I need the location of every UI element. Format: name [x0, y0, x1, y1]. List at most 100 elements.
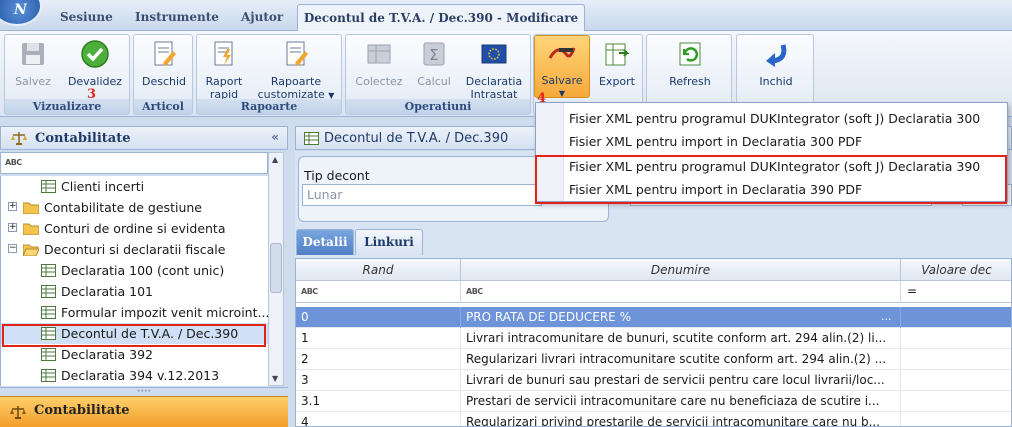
scroll-down-icon[interactable]: ▼	[272, 374, 278, 383]
table-row[interactable]: 3 Livrari de bunuri sau prestari de serv…	[296, 370, 1011, 391]
table-icon	[41, 369, 56, 382]
app-orb-button[interactable]: N	[0, 0, 42, 26]
tree-item[interactable]: Declaratia 392	[1, 344, 268, 365]
deschid-button[interactable]: Deschid	[137, 37, 191, 88]
collect-icon	[367, 44, 391, 64]
title-tab-bar: N Sesiune Instrumente Ajutor Decontul de…	[0, 0, 1012, 32]
folder-icon	[23, 202, 39, 214]
group-operatiuni: Colectez Σ Calcul Declaratia Intrastat 1…	[345, 34, 531, 115]
abc-filter-icon: ABC	[301, 287, 318, 296]
menu-tab-sesiune[interactable]: Sesiune	[60, 10, 113, 24]
table-icon	[41, 348, 56, 361]
filter-cell-denumire[interactable]: ABC	[461, 281, 901, 303]
expand-plus-icon[interactable]: +	[8, 202, 17, 211]
column-header-denumire[interactable]: Denumire	[461, 259, 901, 281]
table-row[interactable]: 4 Regularizari privind prestarile de ser…	[296, 412, 1011, 426]
highlight-box-tree-item	[2, 324, 266, 347]
table-row[interactable]: 2 Regularizari livrari intracomunitare s…	[296, 349, 1011, 370]
tree-filter-row[interactable]: ABC	[0, 152, 268, 174]
tree-item[interactable]: Formular impozit venit microint...	[1, 302, 268, 323]
rapoarte-customizate-button[interactable]: Rapoarte customizate ▼	[255, 37, 337, 102]
tree-item[interactable]: Declaratia 100 (cont unic)	[1, 260, 268, 281]
refresh-button[interactable]: Refresh	[655, 37, 725, 88]
abc-filter-icon: ABC	[5, 158, 22, 167]
filter-cell-valoare[interactable]: =	[901, 281, 1011, 303]
active-document-tab[interactable]: Decontul de T.V.A. / Dec.390 - Modificar…	[297, 4, 585, 32]
tab-detalii[interactable]: Detalii	[296, 229, 354, 255]
navigation-tree: Clienti incerti + Contabilitate de gesti…	[0, 176, 268, 386]
scale-icon	[10, 406, 26, 419]
scale-icon	[11, 132, 27, 145]
equals-filter-icon: =	[907, 284, 918, 298]
menu-tab-ajutor[interactable]: Ajutor	[241, 10, 283, 24]
ellipsis-button[interactable]: ...	[881, 307, 892, 327]
export-button[interactable]: Export	[594, 37, 640, 88]
tree-scrollbar[interactable]: ▲ ▼	[268, 152, 284, 386]
salvez-button[interactable]: Salvez	[9, 37, 57, 88]
group-articol: Deschid Articol	[133, 34, 193, 115]
declaratia-intrastat-button[interactable]: Declaratia Intrastat	[460, 37, 528, 101]
table-icon	[41, 264, 56, 277]
collapse-minus-icon[interactable]: −	[8, 244, 17, 253]
back-arrow-icon	[766, 44, 787, 67]
document-edit-icon	[154, 41, 176, 66]
data-grid: Rand Denumire Valoare dec ABC ABC = 0 PR…	[295, 258, 1012, 427]
tree-item[interactable]: Declaratia 394 v.12.2013	[1, 365, 268, 386]
sigma-icon: Σ	[423, 42, 445, 66]
colectez-button[interactable]: Colectez	[350, 37, 408, 88]
group-vizualizare: Salvez Devalidez 3 Vizualizare	[4, 34, 130, 115]
tree-item[interactable]: Clienti incerti	[1, 176, 268, 197]
collapse-panel-icon[interactable]: «	[271, 130, 279, 144]
export-sheet-icon	[605, 43, 630, 66]
tree-folder[interactable]: + Conturi de ordine si evidenta	[1, 218, 268, 239]
highlight-box-dropdown	[535, 155, 1007, 204]
inchid-button[interactable]: Inchid	[745, 37, 807, 88]
group-label-rapoarte: Rapoarte	[197, 99, 341, 114]
filter-cell-rand[interactable]: ABC	[296, 281, 461, 303]
group-label-articol: Articol	[134, 99, 192, 114]
tab-linkuri[interactable]: Linkuri	[355, 229, 423, 255]
table-icon	[304, 132, 319, 145]
abc-filter-icon: ABC	[466, 287, 483, 296]
left-panel-footer[interactable]: Contabilitate	[0, 396, 288, 427]
tree-item[interactable]: Declaratia 101	[1, 281, 268, 302]
left-panel-header: Contabilitate «	[0, 126, 288, 150]
raport-rapid-button[interactable]: Raport rapid	[199, 37, 249, 101]
save-arrow-icon	[548, 47, 576, 59]
menu-item-pdf-300[interactable]: Fisier XML pentru import in Declaratia 3…	[569, 134, 862, 149]
quick-report-icon	[214, 41, 233, 66]
green-check-icon	[81, 40, 109, 68]
devalidez-button[interactable]: Devalidez	[63, 37, 127, 88]
app-logo-icon: N	[14, 2, 27, 18]
tip-decont-label: Tip decont	[304, 168, 370, 183]
floppy-disk-icon	[22, 43, 44, 65]
custom-report-icon	[286, 41, 308, 66]
tree-folder-open[interactable]: − Deconturi si declaratii fiscale	[1, 239, 268, 260]
tip-decont-field[interactable]: Lunar	[302, 184, 542, 206]
tree-folder[interactable]: + Contabilitate de gestiune	[1, 197, 268, 218]
folder-icon	[23, 223, 39, 235]
group-rapoarte: Raport rapid Rapoarte customizate ▼ Rapo…	[196, 34, 342, 115]
table-row[interactable]: 1 Livrari intracomunitare de bunuri, scu…	[296, 328, 1011, 349]
left-panel-title: Contabilitate	[35, 131, 131, 146]
table-icon	[41, 285, 56, 298]
salvare-button[interactable]: Salvare ▼	[534, 35, 590, 98]
column-header-valoare[interactable]: Valoare dec	[901, 259, 1011, 281]
table-icon	[41, 180, 56, 193]
column-header-rand[interactable]: Rand	[296, 259, 461, 281]
open-folder-icon	[23, 244, 39, 256]
menu-item-duk-300[interactable]: Fisier XML pentru programul DUKIntegrato…	[569, 111, 980, 126]
group-label-vizualizare: Vizualizare	[5, 99, 129, 114]
scroll-up-icon[interactable]: ▲	[272, 155, 278, 164]
table-row[interactable]: 0 PRO RATA DE DEDUCERE % ...	[296, 307, 1011, 328]
left-footer-title: Contabilitate	[34, 403, 130, 418]
scrollbar-thumb[interactable]	[270, 243, 282, 293]
document-title: Decontul de T.V.A. / Dec.390	[324, 131, 509, 146]
expand-plus-icon[interactable]: +	[8, 223, 17, 232]
group-label-operatiuni: Operatiuni	[346, 99, 530, 114]
menu-tab-instrumente[interactable]: Instrumente	[135, 10, 219, 24]
panel-splitter[interactable]: ••••	[0, 387, 288, 396]
table-row[interactable]: 3.1 Prestari de servicii intracomunitare…	[296, 391, 1011, 412]
calcul-button[interactable]: Σ Calcul	[410, 37, 458, 88]
table-icon	[41, 306, 56, 319]
